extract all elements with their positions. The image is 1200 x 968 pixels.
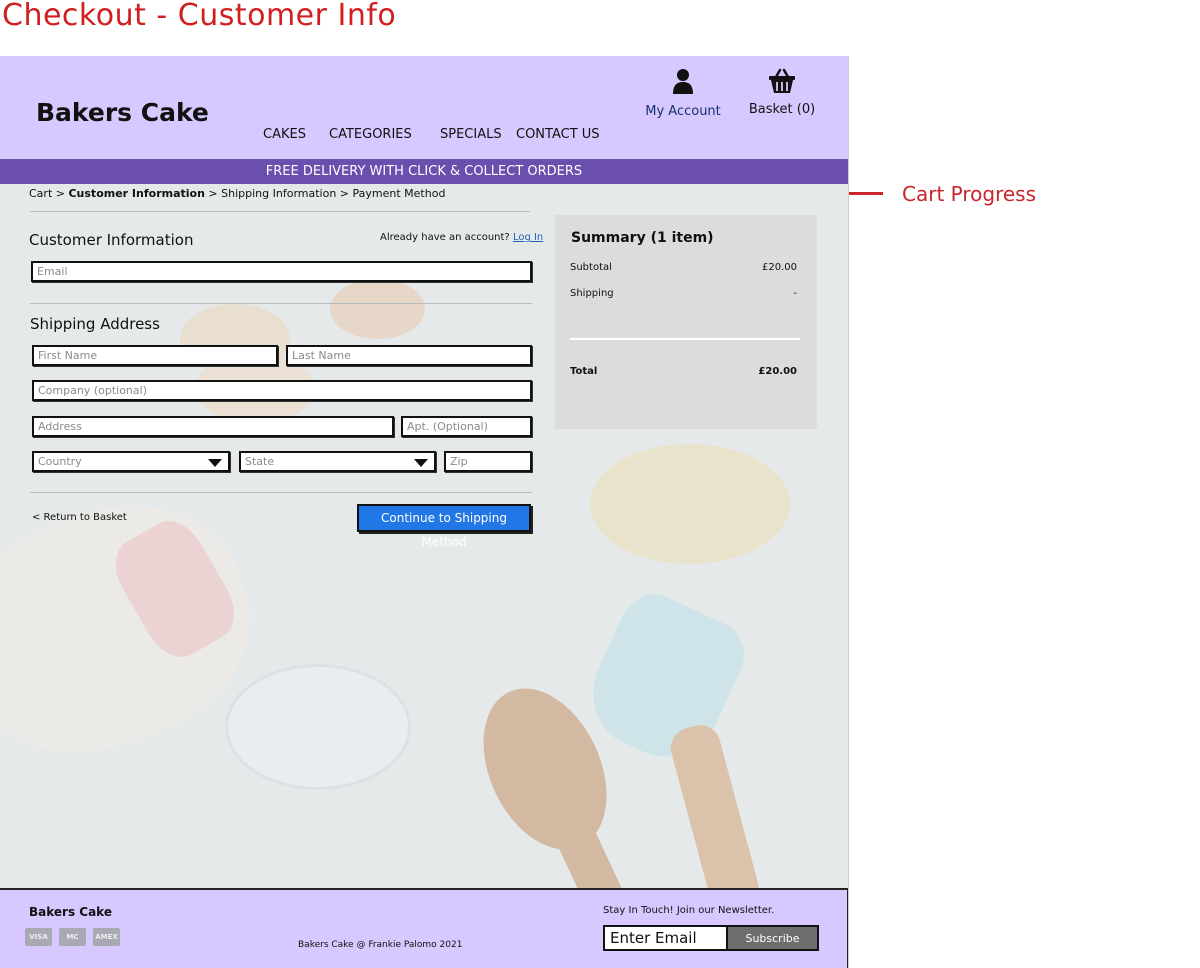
my-account-label: My Account [645,104,721,119]
order-summary: Summary (1 item) Subtotal £20.00 Shippin… [555,215,817,429]
breadcrumb-customer-info: Customer Information [68,187,205,200]
footer-logo: Bakers Cake [29,905,112,919]
summary-title: Summary (1 item) [571,230,714,246]
amex-card-icon: AMEX [93,928,120,946]
breadcrumb-shipping-info: Shipping Information [221,187,337,200]
visa-card-icon: VISA [25,928,52,946]
company-field[interactable]: Company (optional) [32,380,532,401]
summary-total-row: Total £20.00 [570,366,797,377]
summary-divider [570,338,800,340]
user-icon [673,69,693,94]
return-to-basket-link[interactable]: < Return to Basket [32,512,127,523]
country-select-value: Country [38,455,82,468]
zip-field[interactable]: Zip [444,451,532,472]
continue-to-shipping-button[interactable]: Continue to Shipping Method [357,504,531,549]
shipping-address-title: Shipping Address [30,315,160,333]
login-link[interactable]: Log In [513,232,543,243]
chevron-down-icon [414,459,428,467]
breadcrumb-cart[interactable]: Cart [29,187,52,200]
promo-banner: FREE DELIVERY WITH CLICK & COLLECT ORDER… [0,159,848,184]
total-value: £20.00 [758,366,797,377]
mastercard-icon: MC [59,928,86,946]
newsletter-email-input[interactable]: Enter Email [603,925,728,951]
divider [30,211,530,212]
email-field[interactable]: Email [31,261,532,282]
state-select-value: State [245,455,275,468]
newsletter-label: Stay In Touch! Join our Newsletter. [603,905,775,916]
nav-contact-us[interactable]: CONTACT US [516,127,600,142]
breadcrumb-payment: Payment Method [352,187,446,200]
summary-subtotal-row: Subtotal £20.00 [570,262,797,273]
breadcrumb-sep: > [339,187,350,200]
my-account-link[interactable]: My Account [645,68,721,119]
login-prompt-text: Already have an account? [380,232,510,243]
basket-link[interactable]: Basket (0) [748,68,816,117]
apt-field[interactable]: Apt. (Optional) [401,416,532,437]
shipping-label: Shipping [570,288,614,299]
country-select[interactable]: Country [32,451,230,472]
basket-label: Basket (0) [748,102,816,117]
nav-cakes[interactable]: CAKES [263,127,306,142]
customer-info-title: Customer Information [29,231,194,249]
total-label: Total [570,366,598,377]
nav-categories[interactable]: CATEGORIES [329,127,412,142]
nav-specials[interactable]: SPECIALS [440,127,502,142]
chevron-down-icon [208,459,222,467]
shipping-value: - [793,288,797,299]
summary-shipping-row: Shipping - [570,288,797,299]
annotation-cart-progress: Cart Progress [902,182,1036,206]
last-name-field[interactable]: Last Name [286,345,532,366]
breadcrumb-sep: > [55,187,65,200]
subtotal-label: Subtotal [570,262,612,273]
address-field[interactable]: Address [32,416,394,437]
state-select[interactable]: State [239,451,436,472]
site-footer: Bakers Cake VISA MC AMEX Bakers Cake @ F… [0,888,848,968]
breadcrumb: Cart > Customer Information > Shipping I… [29,187,445,200]
login-prompt: Already have an account? Log In [380,232,543,243]
divider [30,303,532,304]
divider [30,492,532,493]
basket-icon [769,68,795,93]
first-name-field[interactable]: First Name [32,345,278,366]
site-logo[interactable]: Bakers Cake [36,98,209,127]
copyright: Bakers Cake @ Frankie Palomo 2021 [298,940,463,950]
site-frame: Bakers Cake CAKES CATEGORIES SPECIALS CO… [0,56,849,968]
page-title: Checkout - Customer Info [2,0,397,33]
subtotal-value: £20.00 [762,262,797,273]
subscribe-button[interactable]: Subscribe [728,925,819,951]
breadcrumb-sep: > [208,187,218,200]
site-header: Bakers Cake CAKES CATEGORIES SPECIALS CO… [0,56,848,160]
